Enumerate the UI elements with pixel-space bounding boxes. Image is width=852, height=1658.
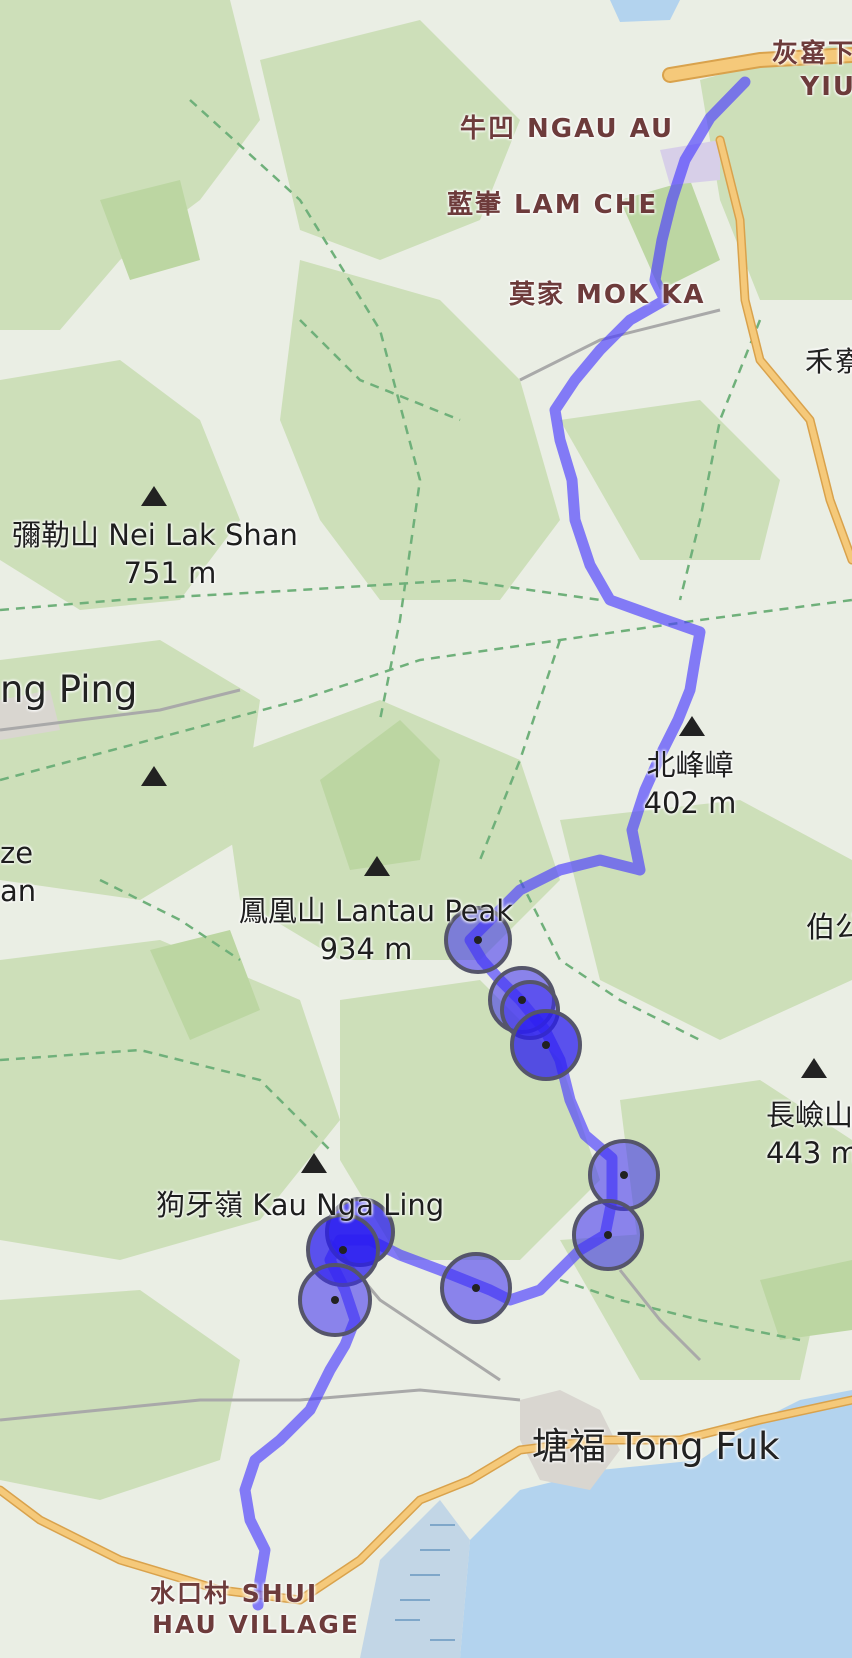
map-base-layer (0, 0, 852, 1658)
label-ngau-au: 牛凹 NGAU AU (460, 114, 675, 144)
label-pak-kung: 伯公 (806, 910, 852, 944)
label-lam-che: 藍輋 LAM CHE (447, 190, 659, 220)
sea-area-north (610, 0, 680, 22)
label-cheung-lek-name: 長嶮山 (766, 1098, 852, 1132)
label-an: an (0, 874, 37, 908)
label-shui-hau-1: 水口村 SHUI (150, 1579, 319, 1608)
label-nei-lak-shan-height: 751 m (123, 556, 217, 590)
label-cheung-lek-height: 443 m (766, 1136, 852, 1170)
label-shui-hau-2: HAU VILLAGE (152, 1610, 360, 1639)
label-cheung-lek: 長嶮山 443 m (766, 1096, 852, 1172)
label-bak-fung-name: 北峰嶂 (646, 748, 734, 782)
label-bak-fung: 北峰嶂 402 m (640, 746, 740, 822)
label-bak-fung-height: 402 m (643, 786, 737, 820)
label-ze: ze (0, 836, 34, 870)
label-ngong-ping: ng Ping (0, 668, 138, 711)
label-lantau-peak-height: 934 m (319, 932, 413, 966)
label-lantau-peak-name: 鳳凰山 Lantau Peak (238, 894, 514, 928)
label-kau-nga-ling: 狗牙嶺 Kau Nga Ling (156, 1188, 445, 1222)
label-lantau-peak: 鳳凰山 Lantau Peak 934 m (226, 892, 526, 968)
map-view[interactable]: 灰窰下 YIU 牛凹 NGAU AU 藍輋 LAM CHE 莫家 MOK KA … (0, 0, 852, 1658)
label-hui-yiu: 灰窰下 YIU (771, 39, 852, 102)
label-nei-lak-shan: 彌勒山 Nei Lak Shan 751 m (0, 516, 310, 592)
label-mok-ka: 莫家 MOK KA (509, 280, 706, 310)
label-wo: 禾寮 (805, 345, 852, 378)
label-nei-lak-shan-name: 彌勒山 Nei Lak Shan (12, 518, 298, 552)
label-tong-fuk: 塘福 Tong Fuk (532, 1425, 780, 1468)
